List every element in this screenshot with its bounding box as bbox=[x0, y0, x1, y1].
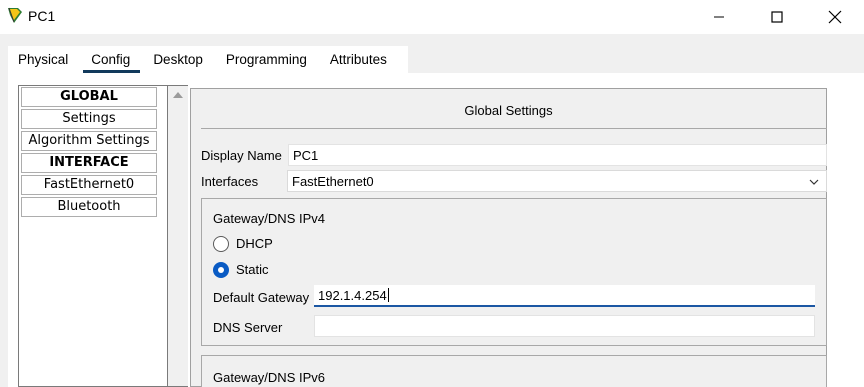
tab-attributes[interactable]: Attributes bbox=[330, 46, 387, 73]
ipv6-group: Gateway/DNS IPv6 bbox=[201, 355, 827, 387]
scroll-up-arrow-icon[interactable] bbox=[173, 92, 183, 98]
chevron-down-icon bbox=[809, 179, 819, 185]
global-settings-panel: Global Settings Display Name PC1 Interfa… bbox=[190, 88, 827, 387]
close-button[interactable] bbox=[806, 0, 864, 34]
sidebar-items: GLOBAL Settings Algorithm Settings INTER… bbox=[19, 86, 168, 386]
sidebar-item-global[interactable]: GLOBAL bbox=[21, 87, 157, 107]
ipv4-group-title: Gateway/DNS IPv4 bbox=[213, 211, 325, 226]
interfaces-select[interactable]: FastEthernet0 bbox=[287, 170, 827, 192]
dhcp-label[interactable]: DHCP bbox=[236, 236, 273, 251]
maximize-button[interactable] bbox=[748, 0, 806, 34]
sidebar-item-fastethernet0[interactable]: FastEthernet0 bbox=[21, 175, 157, 195]
tab-config[interactable]: Config bbox=[83, 46, 141, 73]
sidebar-item-bluetooth[interactable]: Bluetooth bbox=[21, 197, 157, 217]
tab-physical[interactable]: Physical bbox=[18, 46, 68, 73]
pc-app-icon bbox=[8, 7, 22, 23]
config-workspace: GLOBAL Settings Algorithm Settings INTER… bbox=[8, 73, 864, 387]
static-radio[interactable] bbox=[213, 262, 229, 278]
close-icon bbox=[828, 10, 842, 24]
default-gateway-field[interactable]: 192.1.4.254 bbox=[314, 285, 815, 307]
static-label[interactable]: Static bbox=[236, 262, 269, 277]
maximize-icon bbox=[771, 11, 783, 23]
title-divider bbox=[201, 128, 827, 129]
sidebar-item-settings[interactable]: Settings bbox=[21, 109, 157, 129]
sidebar-scrollbar[interactable] bbox=[168, 86, 188, 386]
tab-bar: Physical Config Desktop Programming Attr… bbox=[8, 46, 408, 73]
minimize-icon bbox=[714, 16, 724, 18]
sidebar-list: GLOBAL Settings Algorithm Settings INTER… bbox=[18, 85, 188, 387]
ipv4-group: Gateway/DNS IPv4 DHCP Static Default Gat… bbox=[201, 198, 827, 346]
interfaces-selected-value: FastEthernet0 bbox=[292, 174, 374, 189]
display-name-field[interactable]: PC1 bbox=[288, 144, 827, 166]
minimize-button[interactable] bbox=[690, 0, 748, 34]
window-title: PC1 bbox=[28, 8, 56, 24]
sidebar-item-algorithm-settings[interactable]: Algorithm Settings bbox=[21, 131, 157, 151]
tab-programming[interactable]: Programming bbox=[226, 46, 307, 73]
default-gateway-value: 192.1.4.254 bbox=[318, 288, 387, 303]
default-gateway-label: Default Gateway bbox=[213, 290, 310, 305]
dns-server-label: DNS Server bbox=[213, 320, 283, 335]
sidebar-item-interface[interactable]: INTERFACE bbox=[21, 153, 157, 173]
ipv6-group-title: Gateway/DNS IPv6 bbox=[213, 370, 325, 385]
display-name-label: Display Name bbox=[201, 148, 282, 163]
tab-desktop[interactable]: Desktop bbox=[153, 46, 203, 73]
title-bar: PC1 bbox=[0, 0, 864, 34]
dhcp-radio[interactable] bbox=[213, 236, 229, 252]
panel-title: Global Settings bbox=[464, 103, 553, 118]
dns-server-field[interactable] bbox=[314, 315, 815, 337]
text-caret bbox=[387, 288, 389, 302]
interfaces-label: Interfaces bbox=[201, 174, 259, 189]
